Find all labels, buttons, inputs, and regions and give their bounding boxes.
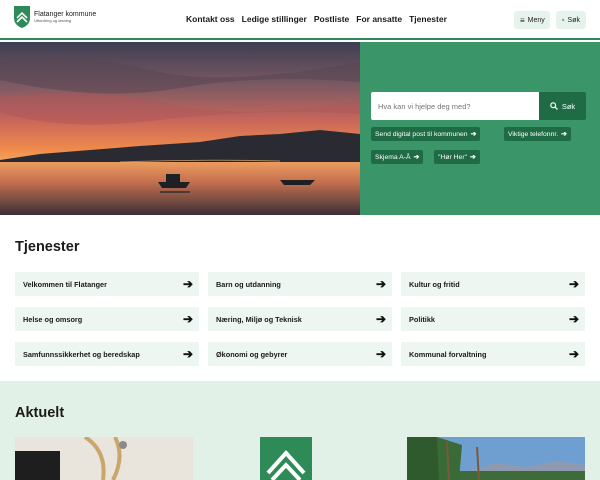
- service-card-politikk[interactable]: Politikk ➔: [401, 307, 585, 331]
- service-card-barn[interactable]: Barn og utdanning ➔: [208, 272, 392, 296]
- services-title: Tjenester: [15, 239, 80, 255]
- quick-link-label: "Hør Her": [438, 153, 467, 161]
- search-submit-label: Søk: [561, 101, 576, 111]
- service-card-label: Helse og omsorg: [23, 314, 83, 324]
- search-icon: [562, 18, 565, 22]
- service-card-naering[interactable]: Næring, Miljø og Teknisk ➔: [208, 307, 392, 331]
- nav-link-kontakt[interactable]: Kontakt oss: [186, 14, 235, 24]
- arrow-right-icon: ➔: [375, 312, 386, 326]
- menu-button-label: Meny: [527, 16, 545, 24]
- arrow-right-icon: ➔: [182, 277, 193, 291]
- header-search-button[interactable]: Søk: [556, 11, 586, 29]
- service-card-label: Barn og utdanning: [216, 279, 281, 289]
- service-card-label: Politikk: [409, 314, 435, 324]
- service-card-velkommen[interactable]: Velkommen til Flatanger ➔: [15, 272, 199, 296]
- quick-link-telefonnr[interactable]: Viktige telefonnr. ➔: [504, 127, 571, 141]
- news-card-image-logo[interactable]: [258, 437, 340, 480]
- site-header: Flatanger kommune Utfordring og løsning …: [0, 0, 600, 40]
- arrow-right-icon: ➔: [568, 312, 579, 326]
- service-card-label: Økonomi og gebyrer: [216, 349, 288, 359]
- quick-link-digital-post[interactable]: Send digital post til kommunen ➔: [371, 127, 481, 141]
- nav-link-stillinger[interactable]: Ledige stillinger: [242, 14, 307, 24]
- news-card-image-stethoscope[interactable]: [15, 437, 193, 480]
- main-nav: Kontakt oss Ledige stillinger Postliste …: [186, 14, 454, 24]
- service-card-label: Samfunnssikkerhet og beredskap: [23, 349, 140, 359]
- quick-link-skjema[interactable]: Skjema A-Å ➔: [371, 150, 424, 164]
- service-card-label: Kommunal forvaltning: [409, 349, 487, 359]
- search-icon: [550, 102, 558, 110]
- service-card-okonomi[interactable]: Økonomi og gebyrer ➔: [208, 342, 392, 366]
- nav-link-postliste[interactable]: Postliste: [314, 14, 349, 24]
- quick-link-label: Viktige telefonnr.: [508, 130, 559, 138]
- arrow-right-icon: ➔: [568, 347, 579, 361]
- quick-link-hor-her[interactable]: "Hør Her" ➔: [434, 150, 480, 164]
- arrow-right-icon: ➔: [182, 312, 193, 326]
- site-logo[interactable]: Flatanger kommune Utfordring og løsning: [14, 6, 96, 28]
- nav-link-tjenester[interactable]: Tjenester: [409, 14, 447, 24]
- service-card-samfunnssikkerhet[interactable]: Samfunnssikkerhet og beredskap ➔: [15, 342, 199, 366]
- service-card-label: Kultur og fritid: [409, 279, 460, 289]
- hamburger-icon: ≡: [520, 15, 525, 25]
- arrow-right-icon: ➔: [470, 131, 477, 138]
- logo-tagline: Utfordring og løsning: [34, 18, 72, 23]
- quick-link-label: Skjema A-Å: [375, 153, 411, 161]
- news-title: Aktuelt: [15, 405, 65, 421]
- arrow-right-icon: ➔: [413, 154, 420, 161]
- arrow-right-icon: ➔: [568, 277, 579, 291]
- arrow-right-icon: ➔: [182, 347, 193, 361]
- service-card-helse[interactable]: Helse og omsorg ➔: [15, 307, 199, 331]
- hero-search-panel: Søk Send digital post til kommunen➔ Vikt…: [360, 42, 600, 215]
- hero-sunset-image: [0, 42, 360, 215]
- service-card-kultur[interactable]: Kultur og fritid ➔: [401, 272, 585, 296]
- arrow-right-icon: ➔: [561, 131, 567, 138]
- menu-button[interactable]: ≡ Meny: [514, 11, 550, 29]
- header-search-label: Søk: [567, 16, 580, 24]
- arrow-right-icon: ➔: [470, 154, 476, 161]
- search-input[interactable]: [371, 92, 539, 120]
- service-card-label: Velkommen til Flatanger: [23, 279, 107, 289]
- news-card-image-landscape[interactable]: [407, 437, 585, 480]
- logo-name: Flatanger kommune: [34, 11, 97, 18]
- coat-of-arms-icon: [14, 6, 30, 28]
- arrow-right-icon: ➔: [375, 277, 386, 291]
- service-card-forvaltning[interactable]: Kommunal forvaltning ➔: [401, 342, 585, 366]
- arrow-right-icon: ➔: [375, 347, 386, 361]
- service-card-label: Næring, Miljø og Teknisk: [216, 314, 302, 324]
- quick-link-label: Send digital post til kommunen: [375, 130, 468, 138]
- search-submit-button[interactable]: Søk: [539, 92, 586, 120]
- nav-link-ansatte[interactable]: For ansatte: [356, 14, 402, 24]
